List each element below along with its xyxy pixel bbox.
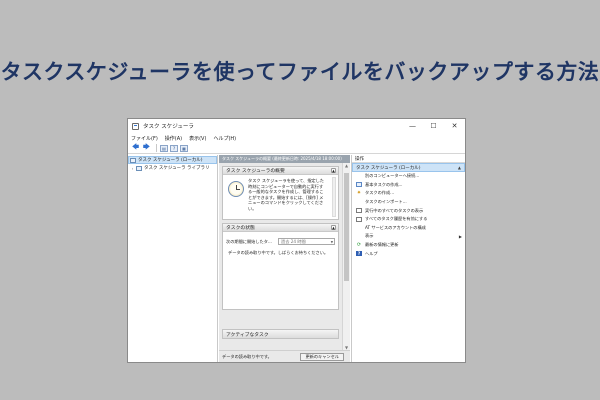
- blank-icon: [356, 174, 362, 179]
- task-status-header[interactable]: タスクの状態 ▲: [223, 224, 338, 232]
- toolbar-separator: [156, 144, 157, 152]
- overview-title: タスク スケジューラの概要: [226, 169, 285, 174]
- task-status-title: タスクの状態: [226, 226, 255, 231]
- task-status-body: 次の期間に開始したタ... 過去 24 時間 データの読み取り中です。しばらくお…: [223, 232, 338, 309]
- minimize-button[interactable]: —: [402, 119, 423, 133]
- tree-item-label: タスク スケジューラ ライブラリ: [144, 166, 210, 171]
- action-pane-icon[interactable]: ▦: [180, 144, 188, 152]
- basic-task-icon: [356, 182, 362, 188]
- blank-icon: [356, 234, 362, 239]
- close-button[interactable]: ✕: [444, 119, 465, 133]
- task-scheduler-app-icon: [132, 122, 139, 130]
- list-icon: [356, 216, 362, 222]
- clock-icon: [228, 181, 244, 197]
- action-show-running-tasks[interactable]: 実行中のすべてのタスクの表示: [352, 206, 465, 215]
- status-period-row: 次の期間に開始したタ... 過去 24 時間: [226, 238, 335, 245]
- center-pane: タスク スケジューラの概要 (最終更新日時: 2025/4/18 18:00:0…: [219, 155, 350, 362]
- window-controls: — ☐ ✕: [402, 119, 465, 133]
- action-label: 実行中のすべてのタスクの表示: [365, 207, 424, 213]
- collapse-icon[interactable]: ▲: [331, 168, 336, 173]
- expand-arrow-icon[interactable]: ›: [130, 166, 135, 171]
- overview-scrollbar[interactable]: [332, 177, 336, 217]
- task-scheduler-window: タスク スケジューラ — ☐ ✕ ファイル(F) 操作(A) 表示(V) ヘルプ…: [127, 118, 466, 363]
- title-bar: タスク スケジューラ — ☐ ✕: [128, 119, 465, 133]
- cancel-refresh-button[interactable]: 更新のキャンセル: [300, 353, 344, 361]
- menu-file[interactable]: ファイル(F): [131, 135, 158, 142]
- action-label: 表示: [365, 233, 374, 239]
- active-tasks-header[interactable]: アクティブなタスク: [222, 329, 339, 339]
- maximize-button[interactable]: ☐: [423, 119, 444, 133]
- tree-item-library[interactable]: › タスク スケジューラ ライブラリ: [128, 164, 217, 172]
- center-scroll-area: タスク スケジューラの概要 ▲ タスク スケジューラを使って、指定した時刻にコン…: [219, 163, 342, 350]
- center-pane-header: タスク スケジューラの概要 (最終更新日時: 2025/4/18 18:00:0…: [219, 155, 350, 163]
- new-task-icon: ✷: [356, 190, 362, 197]
- help-icon[interactable]: ?: [170, 144, 178, 152]
- action-label: 基本タスクの作成...: [365, 181, 403, 187]
- tree-item-label: タスク スケジューラ (ローカル): [138, 158, 203, 163]
- page-headline: タスクスケジューラを使ってファイルをバックアップする方法: [0, 60, 600, 84]
- action-label: 最新の情報に更新: [365, 242, 399, 248]
- actions-pane: 操作 タスク スケジューラ (ローカル) ▲ 別のコンピューターへ接続... 基…: [351, 155, 465, 362]
- overview-section-header[interactable]: タスク スケジューラの概要 ▲: [223, 167, 338, 175]
- menu-bar: ファイル(F) 操作(A) 表示(V) ヘルプ(H): [128, 133, 465, 143]
- collapse-up-icon[interactable]: ▲: [458, 165, 461, 170]
- toolbar: 🡄 🡆 ▤ ? ▦: [128, 143, 465, 154]
- action-label: ヘルプ: [365, 250, 378, 256]
- action-label: 別のコンピューターへ接続...: [365, 173, 420, 179]
- help-icon: ?: [356, 251, 362, 257]
- status-loading-text: データの読み取り中です。しばらくお待ちください。: [228, 250, 329, 255]
- center-footer: データの読み取り中です。 更新のキャンセル: [219, 350, 350, 362]
- task-status-section: タスクの状態 ▲ 次の期間に開始したタ... 過去 24 時間 データの読み取り…: [222, 223, 339, 310]
- actions-title: 操作: [352, 155, 465, 163]
- scroll-thumb[interactable]: [344, 173, 349, 281]
- list-icon: [356, 208, 362, 214]
- action-label: AT サービスのアカウントの構成: [365, 224, 426, 230]
- status-period-label: 次の期間に開始したタ...: [226, 238, 272, 244]
- forward-arrow-icon[interactable]: 🡆: [142, 143, 151, 152]
- scroll-up-icon[interactable]: ▲: [343, 163, 350, 168]
- tree-item-local[interactable]: タスク スケジューラ (ローカル): [128, 156, 217, 164]
- action-label: すべてのタスク履歴を有効にする: [365, 216, 428, 222]
- action-import-task[interactable]: タスクのインポート...: [352, 198, 465, 207]
- action-label: タスクの作成...: [365, 190, 395, 196]
- actions-group-header[interactable]: タスク スケジューラ (ローカル) ▲: [352, 163, 465, 172]
- action-create-basic-task[interactable]: 基本タスクの作成...: [352, 181, 465, 190]
- overview-text: タスク スケジューラを使って、指定した時刻にコンピューターで自動的に実行する一般…: [248, 178, 324, 211]
- window-title: タスク スケジューラ: [143, 124, 194, 130]
- actions-group-label: タスク スケジューラ (ローカル): [356, 165, 421, 171]
- action-enable-history[interactable]: すべてのタスク履歴を有効にする: [352, 215, 465, 224]
- menu-action[interactable]: 操作(A): [165, 135, 182, 142]
- main-body: タスク スケジューラ (ローカル) › タスク スケジューラ ライブラリ タスク…: [128, 155, 465, 362]
- menu-view[interactable]: 表示(V): [189, 135, 206, 142]
- status-period-select[interactable]: 過去 24 時間: [278, 238, 335, 245]
- center-scrollbar[interactable]: ▲ ▼: [342, 163, 350, 350]
- collapse-icon[interactable]: ▲: [331, 225, 336, 230]
- footer-status-text: データの読み取り中です。: [222, 353, 272, 359]
- console-tree: タスク スケジューラ (ローカル) › タスク スケジューラ ライブラリ: [128, 155, 218, 362]
- action-at-service-account[interactable]: AT サービスのアカウントの構成: [352, 224, 465, 233]
- overview-body: タスク スケジューラを使って、指定した時刻にコンピューターで自動的に実行する一般…: [223, 175, 338, 219]
- blank-icon: [356, 200, 362, 205]
- action-label: タスクのインポート...: [365, 199, 407, 205]
- clock-folder-icon: [130, 157, 136, 163]
- blank-icon: [356, 225, 362, 230]
- refresh-icon: ⟳: [356, 242, 362, 249]
- menu-help[interactable]: ヘルプ(H): [213, 135, 236, 142]
- action-create-task[interactable]: ✷ タスクの作成...: [352, 189, 465, 198]
- back-arrow-icon[interactable]: 🡄: [131, 143, 140, 152]
- action-refresh[interactable]: ⟳ 最新の情報に更新: [352, 241, 465, 250]
- action-help[interactable]: ? ヘルプ: [352, 249, 465, 258]
- folder-icon: [136, 165, 142, 171]
- submenu-arrow-icon: ▶: [458, 233, 462, 239]
- action-connect-computer[interactable]: 別のコンピューターへ接続...: [352, 172, 465, 181]
- overview-section: タスク スケジューラの概要 ▲ タスク スケジューラを使って、指定した時刻にコン…: [222, 166, 339, 220]
- console-tree-icon[interactable]: ▤: [160, 144, 168, 152]
- action-view[interactable]: 表示 ▶: [352, 232, 465, 241]
